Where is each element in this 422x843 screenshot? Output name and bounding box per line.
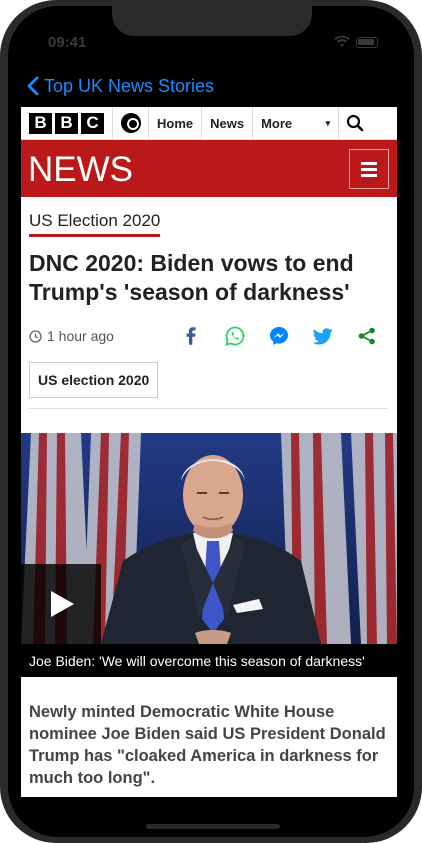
more-label: More (261, 115, 293, 131)
home-indicator[interactable] (146, 824, 280, 829)
menu-button[interactable] (349, 149, 389, 189)
hamburger-icon (361, 161, 377, 165)
bbc-logo-letter: B (29, 112, 52, 134)
hamburger-icon (361, 173, 377, 177)
messenger-share-button[interactable] (257, 325, 301, 347)
webview-content: B B C Home News More ▾ NEWS US Election … (21, 107, 397, 797)
article-meta: 1 hour ago (29, 323, 389, 349)
status-bar: 09:41 (8, 32, 414, 54)
whatsapp-icon (225, 326, 245, 346)
bbc-logo-letter: C (81, 112, 104, 134)
wifi-icon (334, 36, 350, 47)
battery-icon (356, 36, 378, 48)
status-icons (334, 36, 378, 48)
play-icon (51, 591, 74, 617)
search-icon (346, 114, 363, 132)
back-button[interactable]: Top UK News Stories (26, 76, 214, 97)
facebook-icon (186, 327, 196, 345)
video-player[interactable]: Joe Biden: 'We will overcome this season… (21, 433, 397, 677)
divider (29, 408, 388, 409)
back-button-label: Top UK News Stories (44, 75, 215, 96)
share-icon (358, 327, 375, 345)
news-banner: NEWS (21, 140, 397, 197)
account-button[interactable] (112, 107, 148, 139)
caret-down-icon: ▾ (325, 117, 331, 128)
chevron-left-icon (27, 76, 39, 96)
article-headline: DNC 2020: Biden vows to end Trump's 'sea… (29, 250, 354, 305)
whatsapp-share-button[interactable] (213, 325, 257, 347)
play-button[interactable] (21, 564, 101, 644)
device-screen: 09:41 Top UK News Stories B B C Home New… (8, 6, 414, 837)
nav-news-link[interactable]: News (201, 107, 252, 139)
nav-home-link[interactable]: Home (148, 107, 201, 139)
bbc-logo[interactable]: B B C (21, 107, 112, 139)
facebook-share-button[interactable] (169, 325, 213, 347)
video-caption: Joe Biden: 'We will overcome this season… (21, 644, 397, 677)
section-link[interactable]: US Election 2020 (29, 211, 161, 237)
device-frame: 09:41 Top UK News Stories B B C Home New… (0, 0, 422, 843)
nav-more-dropdown[interactable]: More ▾ (252, 107, 338, 139)
messenger-icon (270, 327, 288, 345)
news-wordmark[interactable]: NEWS (28, 150, 133, 190)
article-summary: Newly minted Democratic White House nomi… (29, 703, 386, 787)
status-time: 09:41 (48, 34, 87, 51)
twitter-icon (313, 327, 333, 344)
share-button[interactable] (345, 325, 389, 347)
bbc-logo-letter: B (55, 112, 78, 134)
share-bar (169, 325, 389, 347)
clock-icon (29, 329, 42, 343)
navigation-bar: Top UK News Stories (8, 68, 414, 104)
bbc-top-bar: B B C Home News More ▾ (21, 107, 397, 140)
topic-tag[interactable]: US election 2020 (29, 362, 159, 398)
article-timestamp: 1 hour ago (47, 328, 114, 344)
twitter-share-button[interactable] (301, 325, 345, 347)
hamburger-icon (361, 167, 377, 171)
account-icon (120, 113, 141, 133)
search-button[interactable] (338, 107, 370, 139)
